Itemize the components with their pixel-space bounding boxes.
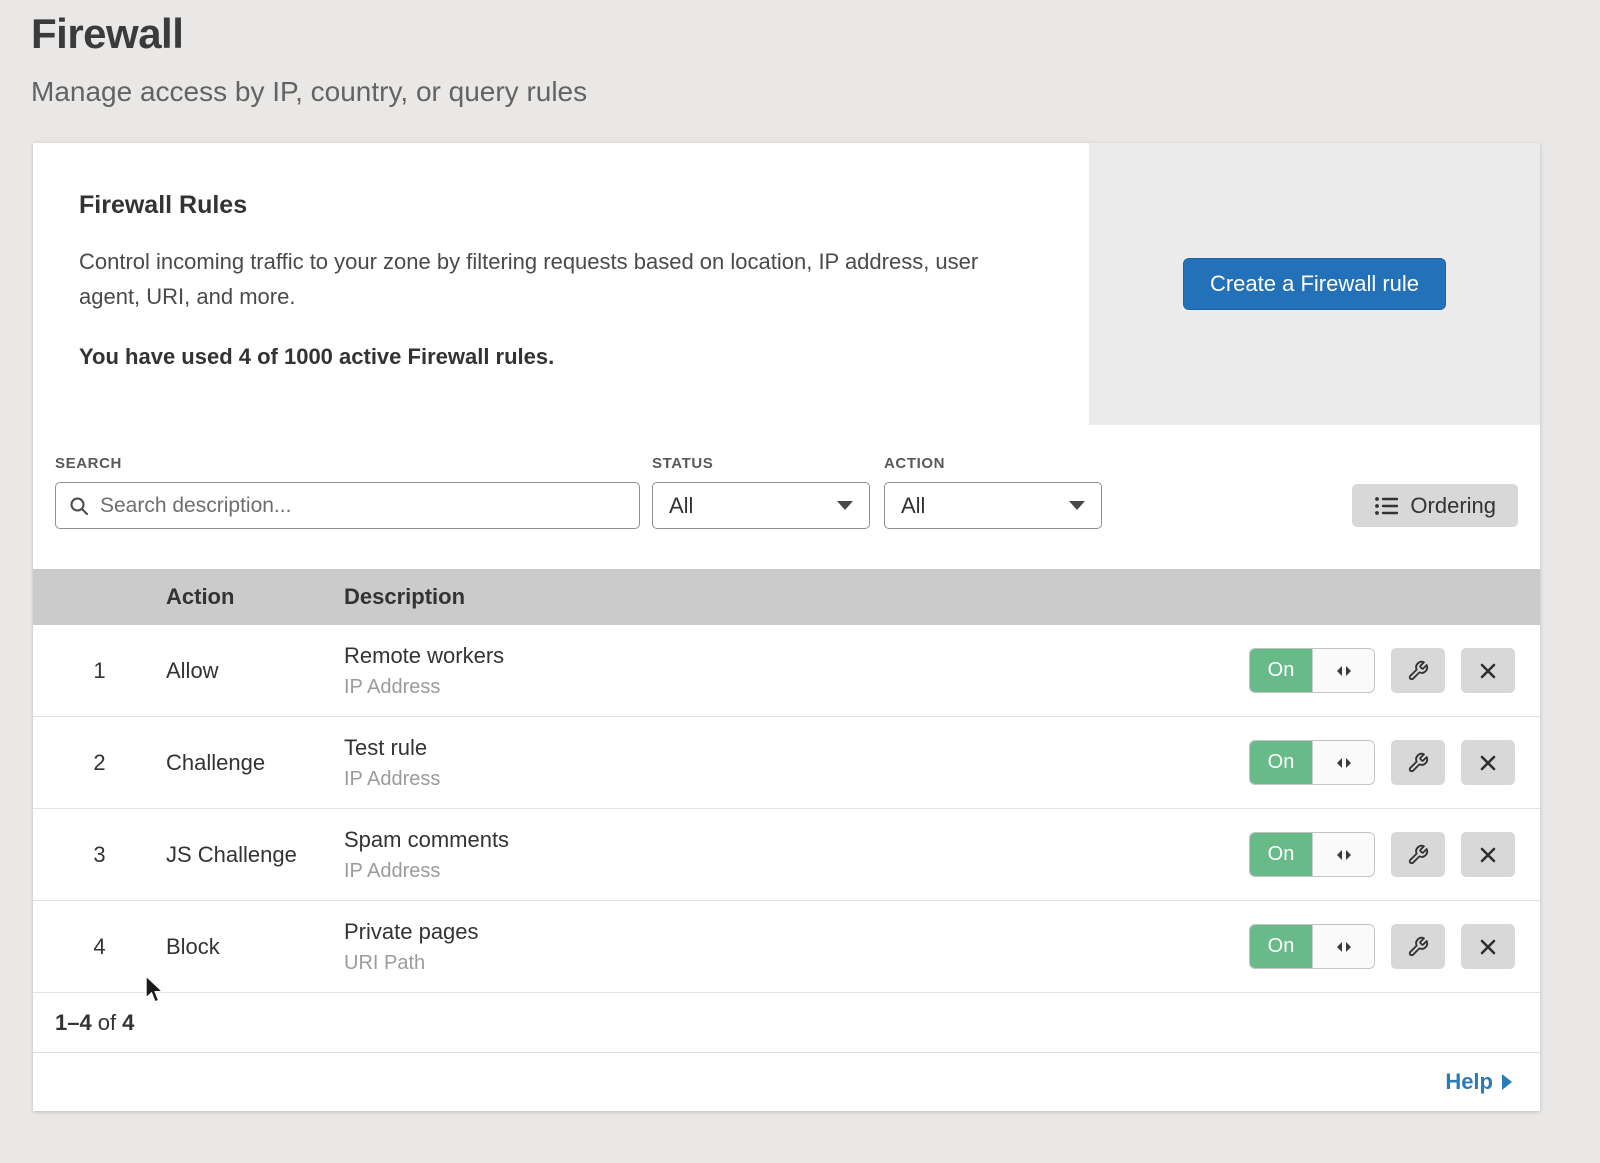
page-header: Firewall Manage access by IP, country, o… (0, 0, 1600, 108)
card-intro-section: Firewall Rules Control incoming traffic … (33, 143, 1540, 425)
toggle-arrows-icon (1312, 833, 1374, 876)
create-firewall-rule-button[interactable]: Create a Firewall rule (1183, 258, 1446, 310)
delete-rule-button[interactable] (1461, 832, 1515, 877)
rule-description-cell: Remote workers IP Address (344, 643, 1240, 699)
action-selected-value: All (901, 493, 925, 519)
rule-action: Allow (166, 658, 344, 684)
close-icon (1478, 753, 1498, 773)
ordering-button-label: Ordering (1410, 493, 1496, 519)
rule-match-type: IP Address (344, 768, 1240, 791)
card-footer: Help (33, 1053, 1540, 1111)
page-subtitle: Manage access by IP, country, or query r… (31, 76, 1600, 108)
search-input-wrap (55, 482, 640, 529)
edit-rule-button[interactable] (1391, 648, 1445, 693)
wrench-icon (1407, 936, 1429, 958)
wrench-icon (1407, 752, 1429, 774)
pagination-of: of (98, 1010, 116, 1036)
rule-enabled-toggle[interactable]: On (1249, 924, 1375, 969)
chevron-down-icon (837, 501, 853, 510)
edit-rule-button[interactable] (1391, 832, 1445, 877)
table-header: Action Description (33, 569, 1540, 625)
rule-match-type: IP Address (344, 860, 1240, 883)
wrench-icon (1407, 660, 1429, 682)
toggle-state-label: On (1250, 741, 1312, 784)
rule-action: Block (166, 934, 344, 960)
table-row: 2 Challenge Test rule IP Address On (33, 717, 1540, 809)
usage-note: You have used 4 of 1000 active Firewall … (79, 344, 1029, 370)
column-action: Action (166, 584, 344, 610)
rule-description-cell: Spam comments IP Address (344, 827, 1240, 883)
rule-description-cell: Private pages URI Path (344, 919, 1240, 975)
rule-description: Remote workers (344, 643, 1240, 669)
rule-action: JS Challenge (166, 842, 344, 868)
close-icon (1478, 937, 1498, 957)
pagination-total: 4 (122, 1010, 134, 1036)
toggle-state-label: On (1250, 833, 1312, 876)
rule-controls: On (1240, 924, 1540, 969)
help-link-label: Help (1445, 1069, 1493, 1095)
edit-rule-button[interactable] (1391, 924, 1445, 969)
rule-enabled-toggle[interactable]: On (1249, 832, 1375, 877)
status-filter: STATUS All (652, 455, 870, 529)
close-icon (1478, 845, 1498, 865)
rule-priority: 3 (33, 842, 166, 868)
rule-description-cell: Test rule IP Address (344, 735, 1240, 791)
search-input[interactable] (55, 482, 640, 529)
pagination: 1–4 of 4 (33, 993, 1540, 1053)
firewall-rules-card: Firewall Rules Control incoming traffic … (33, 143, 1540, 1111)
rule-description: Spam comments (344, 827, 1240, 853)
table-row: 1 Allow Remote workers IP Address On (33, 625, 1540, 717)
delete-rule-button[interactable] (1461, 648, 1515, 693)
rule-controls: On (1240, 648, 1540, 693)
action-label: ACTION (884, 455, 1102, 472)
toggle-arrows-icon (1312, 925, 1374, 968)
rule-enabled-toggle[interactable]: On (1249, 648, 1375, 693)
arrow-right-icon (1502, 1074, 1512, 1090)
rule-match-type: URI Path (344, 952, 1240, 975)
rule-action: Challenge (166, 750, 344, 776)
status-select[interactable]: All (652, 482, 870, 529)
column-description: Description (344, 584, 1240, 610)
rule-enabled-toggle[interactable]: On (1249, 740, 1375, 785)
edit-rule-button[interactable] (1391, 740, 1445, 785)
status-label: STATUS (652, 455, 870, 472)
ordering-list-icon (1374, 495, 1398, 517)
delete-rule-button[interactable] (1461, 740, 1515, 785)
search-filter: SEARCH (55, 455, 640, 529)
card-description: Control incoming traffic to your zone by… (79, 244, 1029, 314)
card-info: Firewall Rules Control incoming traffic … (33, 143, 1089, 425)
table-row: 4 Block Private pages URI Path On (33, 901, 1540, 993)
ordering-button[interactable]: Ordering (1352, 484, 1518, 527)
rule-description: Private pages (344, 919, 1240, 945)
card-title: Firewall Rules (79, 191, 1029, 220)
filters-bar: SEARCH STATUS All ACTION All (33, 425, 1540, 569)
rule-controls: On (1240, 832, 1540, 877)
rule-description: Test rule (344, 735, 1240, 761)
delete-rule-button[interactable] (1461, 924, 1515, 969)
pagination-range: 1–4 (55, 1010, 92, 1036)
rule-priority: 2 (33, 750, 166, 776)
toggle-state-label: On (1250, 649, 1312, 692)
search-label: SEARCH (55, 455, 640, 472)
rule-priority: 4 (33, 934, 166, 960)
action-filter: ACTION All (884, 455, 1102, 529)
toggle-arrows-icon (1312, 741, 1374, 784)
search-icon (68, 495, 90, 517)
table-row: 3 JS Challenge Spam comments IP Address … (33, 809, 1540, 901)
chevron-down-icon (1069, 501, 1085, 510)
help-link[interactable]: Help (1445, 1069, 1512, 1095)
page-title: Firewall (31, 10, 1600, 58)
rule-controls: On (1240, 740, 1540, 785)
rule-match-type: IP Address (344, 676, 1240, 699)
close-icon (1478, 661, 1498, 681)
card-aside: Create a Firewall rule (1089, 143, 1540, 425)
toggle-arrows-icon (1312, 649, 1374, 692)
action-select[interactable]: All (884, 482, 1102, 529)
toggle-state-label: On (1250, 925, 1312, 968)
status-selected-value: All (669, 493, 693, 519)
rule-priority: 1 (33, 658, 166, 684)
wrench-icon (1407, 844, 1429, 866)
